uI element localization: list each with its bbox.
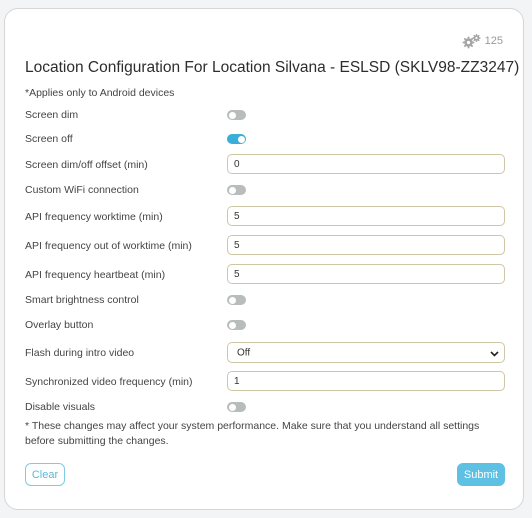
page-title: Location Configuration For Location Silv…	[25, 59, 520, 76]
submit-button[interactable]: Submit	[457, 463, 505, 486]
overlay-button-toggle[interactable]	[227, 320, 246, 330]
sync-video-freq-input[interactable]	[227, 371, 505, 391]
sync-video-freq-label: Synchronized video frequency (min)	[25, 376, 193, 388]
overlay-button-label: Overlay button	[25, 319, 94, 331]
row-screen-off: Screen off	[25, 127, 505, 151]
toggle-knob	[228, 296, 236, 304]
api-out-worktime-label: API frequency out of worktime (min)	[25, 240, 192, 252]
row-api-worktime: API frequency worktime (min)	[25, 205, 505, 229]
screen-off-label: Screen off	[25, 133, 73, 145]
disable-visuals-label: Disable visuals	[25, 401, 96, 413]
api-heartbeat-label: API frequency heartbeat (min)	[25, 269, 166, 281]
badge-count: 125	[484, 35, 503, 47]
screen-offset-label: Screen dim/off offset (min)	[25, 159, 148, 171]
gears-icon	[462, 33, 482, 49]
api-heartbeat-input[interactable]	[227, 264, 505, 284]
toggle-knob	[228, 186, 236, 194]
row-disable-visuals: Disable visuals	[25, 395, 505, 419]
row-overlay-button: Overlay button	[25, 313, 505, 337]
flash-intro-label: Flash during intro video	[25, 347, 135, 359]
row-custom-wifi: Custom WiFi connection	[25, 178, 505, 202]
android-note: *Applies only to Android devices	[25, 87, 175, 99]
screen-dim-toggle[interactable]	[227, 110, 246, 120]
screen-offset-input[interactable]	[227, 154, 505, 174]
performance-warning: * These changes may affect your system p…	[25, 420, 480, 447]
location-config-card: 125 Location Configuration For Location …	[4, 8, 524, 510]
row-screen-offset: Screen dim/off offset (min)	[25, 153, 505, 177]
screen-dim-label: Screen dim	[25, 109, 79, 121]
flash-intro-select[interactable]: Off	[227, 342, 505, 363]
row-smart-brightness: Smart brightness control	[25, 288, 505, 312]
api-worktime-input[interactable]	[227, 206, 505, 226]
smart-brightness-toggle[interactable]	[227, 295, 246, 305]
row-screen-dim: Screen dim	[25, 103, 505, 127]
custom-wifi-toggle[interactable]	[227, 185, 246, 195]
row-flash-intro: Flash during intro video Off	[25, 341, 505, 365]
chevron-down-icon	[490, 344, 499, 362]
custom-wifi-label: Custom WiFi connection	[25, 184, 139, 196]
row-api-heartbeat: API frequency heartbeat (min)	[25, 263, 505, 287]
api-worktime-label: API frequency worktime (min)	[25, 211, 163, 223]
flash-intro-value: Off	[237, 347, 251, 358]
smart-brightness-label: Smart brightness control	[25, 294, 139, 306]
version-badge: 125	[462, 33, 503, 49]
toggle-knob	[228, 111, 236, 119]
api-out-worktime-input[interactable]	[227, 235, 505, 255]
toggle-knob	[228, 403, 236, 411]
toggle-knob	[237, 135, 245, 143]
row-sync-video-freq: Synchronized video frequency (min)	[25, 370, 505, 394]
toggle-knob	[228, 321, 236, 329]
row-api-out-worktime: API frequency out of worktime (min)	[25, 234, 505, 258]
screen-off-toggle[interactable]	[227, 134, 246, 144]
clear-button[interactable]: Clear	[25, 463, 65, 486]
disable-visuals-toggle[interactable]	[227, 402, 246, 412]
